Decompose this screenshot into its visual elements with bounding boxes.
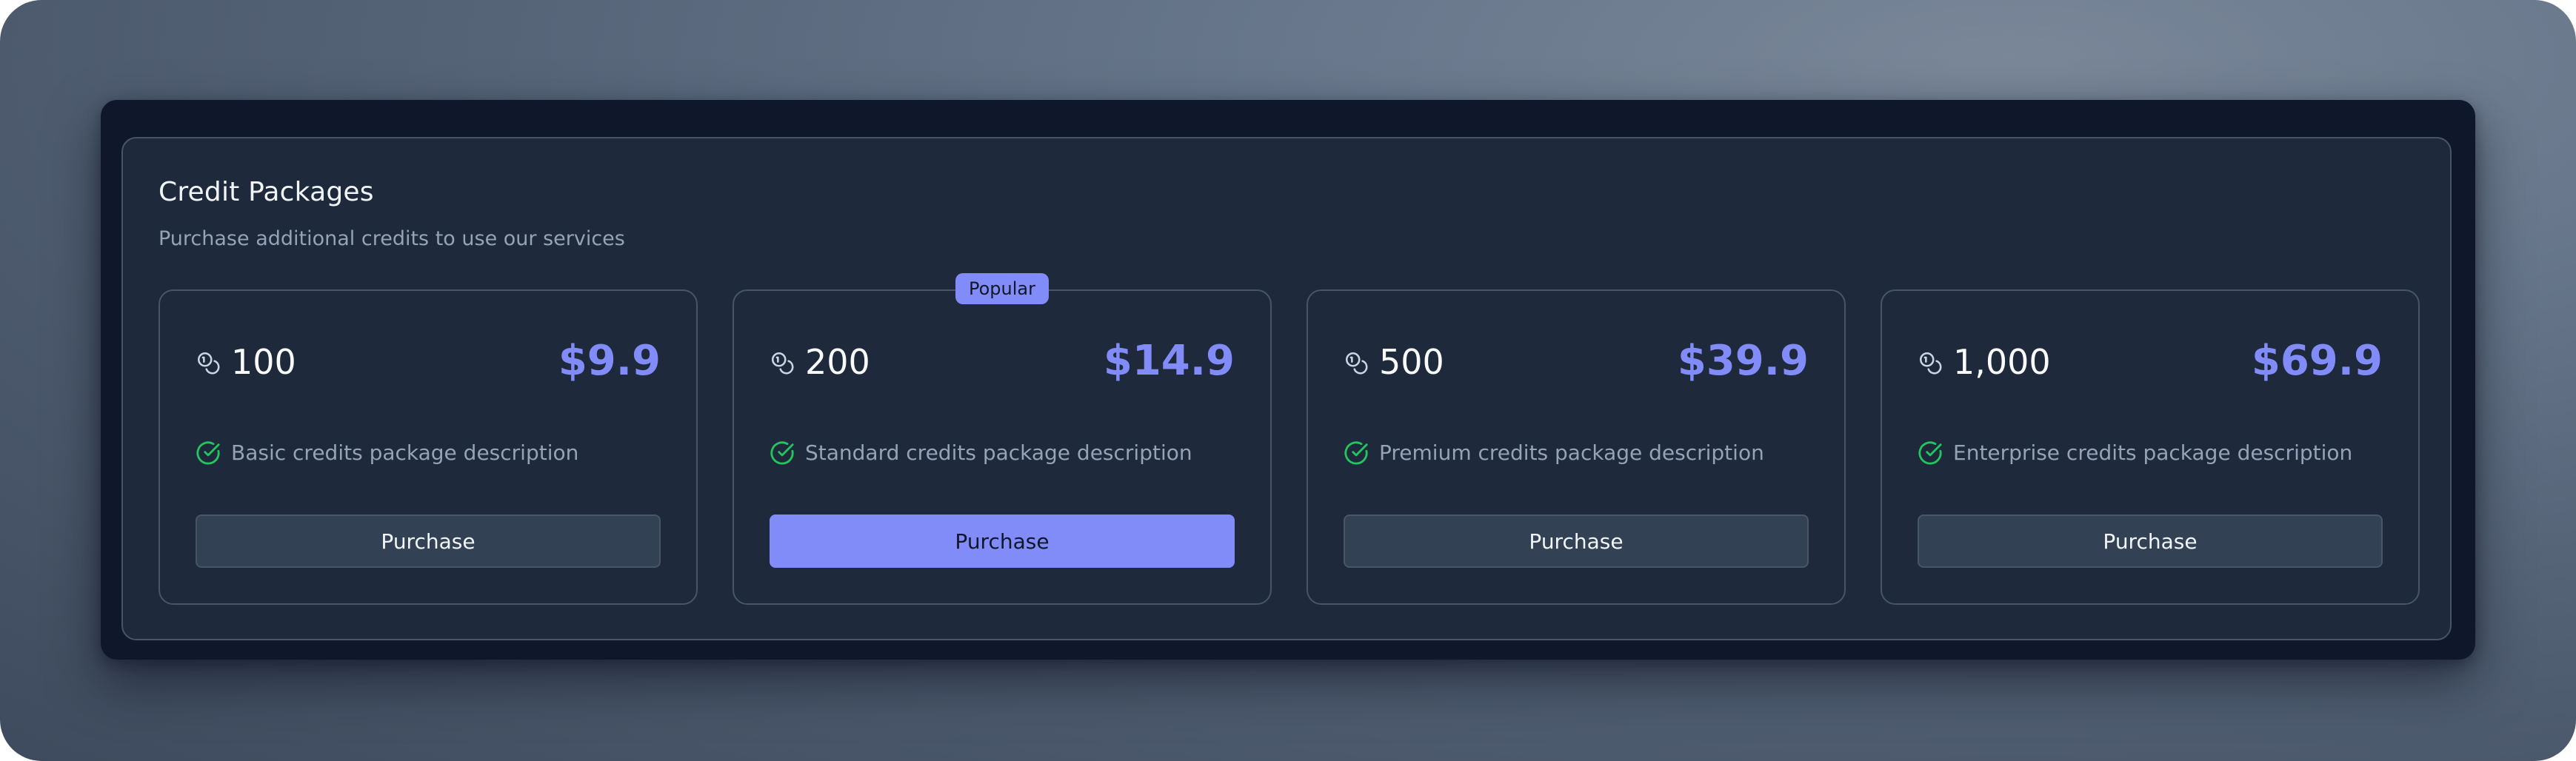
purchase-button-100[interactable]: Purchase (196, 514, 661, 568)
package-price: $9.9 (558, 337, 661, 385)
credit-packages-panel: Credit Packages Purchase additional cred… (121, 137, 2452, 640)
package-card-200: Popular 200 $14.9 Standard credits packa… (733, 273, 1272, 605)
coins-icon (1919, 352, 1942, 375)
package-card-1000: 1,000 $69.9 Enterprise credits package d… (1881, 289, 2420, 605)
package-price: $39.9 (1677, 337, 1809, 385)
check-circle-icon (196, 441, 220, 465)
package-description: Premium credits package description (1379, 440, 1764, 465)
check-circle-icon (770, 441, 794, 465)
package-credits: 500 (1379, 342, 1444, 382)
package-description: Basic credits package description (231, 440, 579, 465)
panel-subtitle: Purchase additional credits to use our s… (159, 227, 625, 250)
purchase-button-1000[interactable]: Purchase (1918, 514, 2383, 568)
page-backdrop: Credit Packages Purchase additional cred… (0, 0, 2576, 761)
coins-icon (197, 352, 220, 375)
package-description: Standard credits package description (805, 440, 1192, 465)
package-credits: 200 (805, 342, 870, 382)
purchase-button-200[interactable]: Purchase (770, 514, 1235, 568)
check-circle-icon (1918, 441, 1942, 465)
package-price: $69.9 (2251, 337, 2383, 385)
package-price: $14.9 (1103, 337, 1235, 385)
package-description: Enterprise credits package description (1953, 440, 2353, 465)
package-card-500: 500 $39.9 Premium credits package descri… (1307, 289, 1846, 605)
coins-icon (771, 352, 794, 375)
package-credits: 1,000 (1953, 342, 2051, 382)
popular-badge: Popular (955, 273, 1049, 304)
package-card-100: 100 $9.9 Basic credits package descripti… (159, 289, 698, 605)
package-credits: 100 (231, 342, 296, 382)
check-circle-icon (1344, 441, 1368, 465)
app-window: Credit Packages Purchase additional cred… (101, 100, 2475, 660)
purchase-button-500[interactable]: Purchase (1344, 514, 1809, 568)
panel-title: Credit Packages (159, 177, 374, 207)
coins-icon (1345, 352, 1368, 375)
